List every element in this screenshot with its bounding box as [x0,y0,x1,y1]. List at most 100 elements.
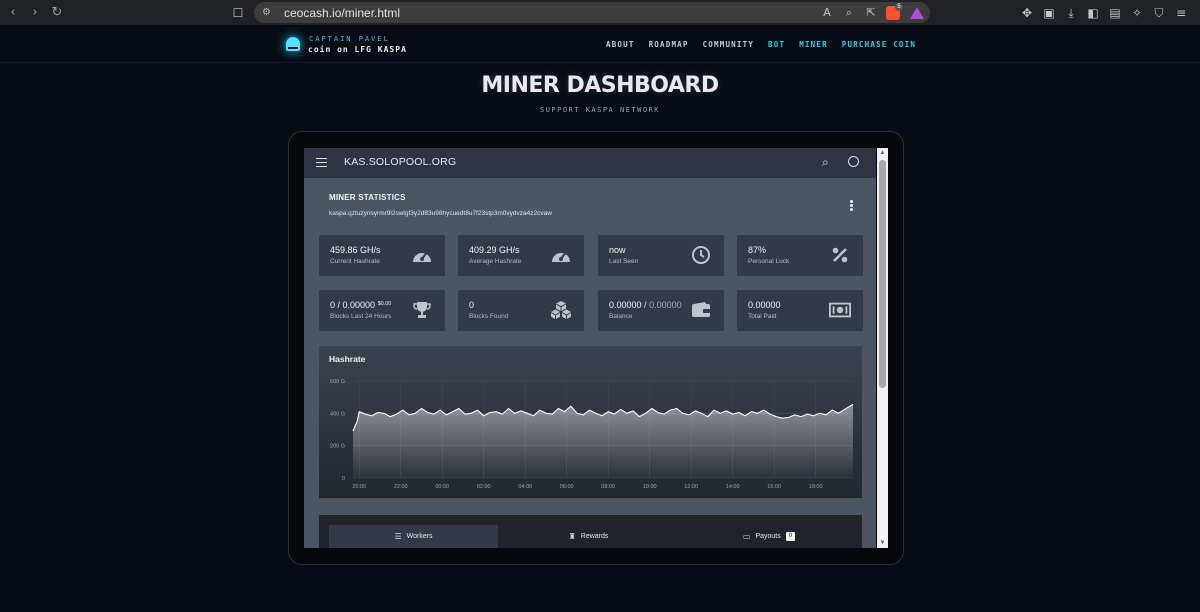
nav-about[interactable]: ABOUT [606,40,635,49]
shield-count-badge: 5 [895,2,903,11]
stat-value: 0 / 0.00000 $0.00 [330,300,391,310]
clock-icon [690,244,712,266]
forward-icon[interactable]: › [26,4,44,22]
zoom-icon[interactable]: ⌕ [838,6,860,20]
brave-rewards-icon[interactable] [910,6,924,19]
stat-label: Personal Luck [748,258,790,265]
stat-card-total-paid: 0.00000 Total Paid [737,290,863,331]
blocks-24h-usd: $0.00 [377,301,392,307]
x-tick-label: 06:00 [560,484,574,490]
scroll-down-icon[interactable]: ▼ [877,538,888,548]
wallet-icon[interactable]: ▣ [1040,4,1058,22]
search-icon[interactable]: ⌕ [822,155,829,170]
hashrate-chart: 0 200 G 400 G 600 G 20:00 22:00 00:00 02:00 04:0… [330,379,854,490]
stat-value: 0.00000 [748,300,781,310]
tabs-card: ☰ Workers ♜ Rewards ▭ Payouts 0 [319,515,862,548]
app-title[interactable]: KAS.SOLOPOOL.ORG [344,156,456,168]
stat-label: Total Paid [748,313,777,320]
gauge-icon [411,244,433,266]
wallet-browser-icon[interactable]: ▤ [1106,4,1124,22]
hamburger-menu-icon[interactable] [316,158,327,167]
trophy-icon: ♜ [568,532,576,541]
reload-icon[interactable]: ↻ [48,4,66,22]
stat-label: Current Hashrate [330,258,380,265]
brave-shields-icon[interactable]: 5 [886,2,903,20]
tab-rewards[interactable]: ♜ Rewards [498,525,679,548]
page-subtitle: SUPPORT KASPA NETWORK [539,106,660,114]
url-text[interactable]: ceocash.io/miner.html [284,6,816,20]
leo-icon[interactable]: ✧ [1128,4,1146,22]
browser-actions: ✥ ▣ ⤓ ◧ ▤ ✧ ⛉ ≡ [1018,4,1190,22]
scrollbar-thumb[interactable] [879,160,886,388]
ghost-logo-icon[interactable] [286,37,300,51]
brand-tagline[interactable]: CAPTAIN PAVEL [309,35,390,43]
stat-label: Balance [609,313,633,320]
tab-label: Payouts [755,533,781,540]
tab-label: Workers [406,533,433,540]
download-icon[interactable]: ⤓ [1062,4,1080,22]
y-tick-label: 200 G [330,444,345,450]
trophy-icon [411,299,433,321]
stat-card-last-seen: now Last Seen [598,235,724,276]
nav-miner[interactable]: MINER [799,40,828,49]
x-tick-label: 12:00 [684,484,698,490]
y-tick-label: 600 G [330,379,345,385]
stat-label: Blocks Found [469,313,509,320]
palette-icon[interactable] [848,156,859,167]
stat-card-balance: 0.00000 / 0.00000 Balance [598,290,724,331]
x-tick-label: 10:00 [643,484,657,490]
vpn-icon[interactable]: ⛉ [1150,4,1168,22]
stat-card-average-hashrate: 409.29 GH/s Average Hashrate [458,235,584,276]
share-icon[interactable]: ⇱ [860,6,882,19]
brand-name[interactable]: coin on LFG KASPA [308,45,407,54]
sidebar-icon[interactable]: ◧ [1084,4,1102,22]
stat-card-personal-luck: 87% Personal Luck [737,235,863,276]
site-header: CAPTAIN PAVEL coin on LFG KASPA ABOUT RO… [0,25,1200,63]
x-tick-label: 00:00 [435,484,449,490]
site-info-icon[interactable]: ⚙ [262,7,280,18]
nav-bot[interactable]: BOT [768,40,785,49]
browser-toolbar: ‹ › ↻ ☐ ⚙ ceocash.io/miner.html A ⌕ ⇱ 5 … [0,0,1200,25]
nav-community[interactable]: COMMUNITY [703,40,754,49]
extensions-icon[interactable]: ✥ [1018,4,1036,22]
y-tick-label: 0 [342,476,345,482]
stat-card-blocks-found: 0 Blocks Found [458,290,584,331]
x-tick-label: 04:00 [518,484,532,490]
stat-card-blocks-24h: 0 / 0.00000 $0.00 Blocks Last 24 Hours [319,290,445,331]
tab-payouts[interactable]: ▭ Payouts 0 [679,525,859,548]
tab-label: Rewards [580,533,609,540]
stat-label: Last Seen [609,258,639,265]
hashrate-chart-card: Hashrate 0 200 G 400 G 600 G 20:00 22:00 00:00… [319,346,862,498]
nav-purchase-coin[interactable]: PURCHASE COIN [842,40,916,49]
x-tick-label: 02:00 [477,484,491,490]
x-tick-label: 08:00 [601,484,615,490]
wallet-icon [690,299,712,321]
scrollbar[interactable]: ▲ ▼ [877,148,888,548]
server-icon: ☰ [394,532,402,541]
stat-value: 459.86 GH/s [330,245,381,255]
stat-value: now [609,245,626,255]
translate-icon[interactable]: A [816,6,838,19]
x-tick-label: 14:00 [726,484,740,490]
x-tick-label: 18:00 [809,484,823,490]
stat-value: 0.00000 / 0.00000 [609,300,682,310]
x-tick-label: 22:00 [394,484,408,490]
more-options-icon[interactable] [850,200,853,212]
nav-roadmap[interactable]: ROADMAP [649,40,689,49]
back-icon[interactable]: ‹ [4,4,22,22]
bookmark-icon[interactable]: ☐ [228,6,248,20]
page-title: MINER DASHBOARD [481,73,719,98]
money-bill-icon: ▭ [742,532,751,541]
wallet-address: kaspa:qztuzynsyrmr9l2swlgf3y2d83u98hycue… [329,210,552,217]
x-tick-label: 16:00 [767,484,781,490]
cubes-icon [550,299,572,321]
x-tick-label: 20:00 [352,484,366,490]
scroll-up-icon[interactable]: ▲ [877,148,888,158]
address-bar[interactable]: ⚙ ceocash.io/miner.html A ⌕ ⇱ 5 [254,2,930,23]
tab-workers[interactable]: ☰ Workers [329,525,498,548]
app-bar: KAS.SOLOPOOL.ORG ⌕ [304,148,876,178]
menu-icon[interactable]: ≡ [1172,4,1190,22]
stat-value: 87% [748,245,767,255]
gauge-icon [550,244,572,266]
stat-value: 409.29 GH/s [469,245,520,255]
